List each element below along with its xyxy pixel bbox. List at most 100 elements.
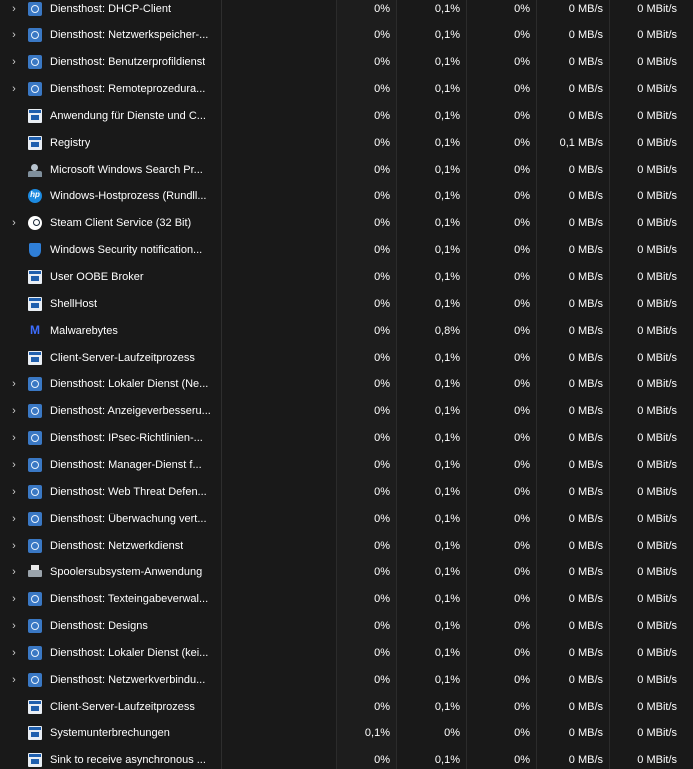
disk-cell: 0% bbox=[467, 666, 537, 694]
process-name-cell[interactable]: › Diensthost: Netzwerkspeicher-... bbox=[0, 21, 222, 49]
table-row[interactable]: Windows-Hostprozess (Rundll...0%0,1%0%0 … bbox=[0, 182, 693, 210]
process-name-cell[interactable]: User OOBE Broker bbox=[0, 263, 222, 291]
process-name-cell[interactable]: › Diensthost: IPsec-Richtlinien-... bbox=[0, 424, 222, 452]
chevron-right-icon[interactable]: › bbox=[0, 647, 28, 659]
process-name-cell[interactable]: Systemunterbrechungen bbox=[0, 719, 222, 747]
cpu-cell: 0% bbox=[337, 21, 397, 49]
cpu-cell: 0% bbox=[337, 451, 397, 479]
process-name-cell[interactable]: › Diensthost: Lokaler Dienst (Ne... bbox=[0, 370, 222, 398]
process-name-cell[interactable]: › Diensthost: Netzwerkdienst bbox=[0, 532, 222, 559]
process-name-cell[interactable]: › Diensthost: Überwachung vert... bbox=[0, 505, 222, 533]
table-row[interactable]: › Diensthost: Anzeigeverbesseru... 0% 0,1% 0… bbox=[0, 397, 693, 425]
table-row[interactable]: › Diensthost: Überwachung vert... 0% 0,1% 0%… bbox=[0, 505, 693, 533]
table-row[interactable]: › Diensthost: Netzwerkspeicher-... 0% 0,1% 0… bbox=[0, 21, 693, 49]
chevron-right-icon[interactable]: › bbox=[0, 540, 28, 552]
status-cell bbox=[222, 746, 337, 769]
process-name-cell[interactable]: Windows-Hostprozess (Rundll... bbox=[0, 182, 222, 210]
process-name-cell[interactable]: › Diensthost: Designs bbox=[0, 612, 222, 640]
table-row[interactable]: Sink to receive asynchronous ... 0% 0,1% 0%… bbox=[0, 746, 693, 769]
disk-speed-cell: 0 MB/s bbox=[537, 639, 610, 667]
chevron-right-icon[interactable]: › bbox=[0, 432, 28, 444]
process-name-cell[interactable]: Client-Server-Laufzeitprozess bbox=[0, 693, 222, 721]
table-row[interactable]: › Diensthost: Lokaler Dienst (kei... 0% 0,1… bbox=[0, 639, 693, 667]
disk-cell: 0% bbox=[467, 344, 537, 372]
chevron-right-icon[interactable]: › bbox=[0, 29, 28, 41]
disk-cell: 0% bbox=[467, 639, 537, 667]
table-row[interactable]: › Diensthost: Designs 0% 0,1% 0% 0 MB/s 0 MBit… bbox=[0, 612, 693, 640]
cpu-cell: 0% bbox=[337, 370, 397, 398]
disk-speed-cell: 0 MB/s bbox=[537, 21, 610, 49]
table-row[interactable]: › Diensthost: IPsec-Richtlinien-... 0% 0,1%… bbox=[0, 424, 693, 452]
disk-cell: 0% bbox=[467, 156, 537, 184]
process-name-cell[interactable]: › Diensthost: Anzeigeverbesseru... bbox=[0, 397, 222, 425]
chevron-right-icon[interactable]: › bbox=[0, 513, 28, 525]
status-cell bbox=[222, 666, 337, 694]
cpu-cell: 0% bbox=[337, 0, 397, 22]
chevron-right-icon[interactable]: › bbox=[0, 593, 28, 605]
table-row[interactable]: › Diensthost: Remoteprozedura... 0% 0,1% 0% 0… bbox=[0, 75, 693, 103]
disk-speed-cell: 0 MB/s bbox=[537, 263, 610, 291]
table-row[interactable]: Anwendung für Dienste und C... 0% 0,1% 0% 0 … bbox=[0, 102, 693, 130]
table-row[interactable]: › Diensthost: Lokaler Dienst (Ne... 0% 0,1%… bbox=[0, 370, 693, 398]
table-row[interactable]: › Diensthost: Netzwerkdienst 0% 0,1% 0% 0 MB/… bbox=[0, 532, 693, 559]
chevron-right-icon[interactable]: › bbox=[0, 566, 28, 578]
chevron-right-icon[interactable]: › bbox=[0, 3, 28, 15]
process-name-cell[interactable]: › Diensthost: Netzwerkverbindu... bbox=[0, 666, 222, 694]
memory-cell: 0,1% bbox=[397, 370, 467, 398]
table-row[interactable]: User OOBE Broker 0% 0,1% 0% 0 MB/s 0 MBit/s bbox=[0, 263, 693, 291]
chevron-right-icon[interactable]: › bbox=[0, 83, 28, 95]
process-name-cell[interactable]: › Diensthost: Texteingabeverwal... bbox=[0, 585, 222, 613]
chevron-right-icon[interactable]: › bbox=[0, 674, 28, 686]
process-name-cell[interactable]: › Spoolersubsystem-Anwendung bbox=[0, 558, 222, 586]
cpu-cell: 0% bbox=[337, 156, 397, 184]
disk-cell: 0% bbox=[467, 209, 537, 237]
process-name-cell[interactable]: Client-Server-Laufzeitprozess bbox=[0, 344, 222, 372]
table-row[interactable]: › Diensthost: Manager-Dienst f... 0% 0,1% 0%… bbox=[0, 451, 693, 479]
chevron-right-icon[interactable]: › bbox=[0, 378, 28, 390]
table-row[interactable]: Client-Server-Laufzeitprozess 0% 0,1% 0% 0 M… bbox=[0, 344, 693, 372]
process-name-cell[interactable]: Windows Security notification... bbox=[0, 236, 222, 264]
table-row[interactable]: › Steam Client Service (32 Bit) 0% 0,1% 0% 0 … bbox=[0, 209, 693, 237]
chevron-right-icon[interactable]: › bbox=[0, 405, 28, 417]
process-name-cell[interactable]: Anwendung für Dienste und C... bbox=[0, 102, 222, 130]
process-name-cell[interactable]: Malwarebytes bbox=[0, 317, 222, 345]
process-name-cell[interactable]: › Diensthost: Web Threat Defen... bbox=[0, 478, 222, 506]
process-name-cell[interactable]: Sink to receive asynchronous ... bbox=[0, 746, 222, 769]
table-row[interactable]: › Spoolersubsystem-Anwendung 0% 0,1% 0% 0 MB/… bbox=[0, 558, 693, 586]
process-name: Systemunterbrechungen bbox=[50, 727, 170, 740]
table-row[interactable]: Microsoft Windows Search Pr... 0% 0,1% 0% 0 … bbox=[0, 156, 693, 184]
chevron-right-icon[interactable]: › bbox=[0, 620, 28, 632]
table-row[interactable]: Windows Security notification... 0% 0,1% 0%… bbox=[0, 236, 693, 264]
table-row[interactable]: ShellHost 0% 0,1% 0% 0 MB/s 0 MBit/s bbox=[0, 290, 693, 318]
chevron-right-icon[interactable]: › bbox=[0, 459, 28, 471]
process-name-cell[interactable]: Microsoft Windows Search Pr... bbox=[0, 156, 222, 184]
process-name-cell[interactable]: › Diensthost: DHCP-Client bbox=[0, 0, 222, 22]
disk-speed-cell: 0 MB/s bbox=[537, 182, 610, 210]
table-row[interactable]: › Diensthost: Web Threat Defen... 0% 0,1% 0%… bbox=[0, 478, 693, 506]
process-name-cell[interactable]: › Diensthost: Benutzerprofildienst bbox=[0, 48, 222, 76]
chevron-right-icon[interactable]: › bbox=[0, 486, 28, 498]
chevron-right-icon[interactable]: › bbox=[0, 217, 28, 229]
chevron-right-icon[interactable]: › bbox=[0, 56, 28, 68]
process-name-cell[interactable]: › Diensthost: Remoteprozedura... bbox=[0, 75, 222, 103]
process-name-cell[interactable]: › Steam Client Service (32 Bit) bbox=[0, 209, 222, 237]
process-name-cell[interactable]: Registry bbox=[0, 129, 222, 157]
process-name-cell[interactable]: › Diensthost: Manager-Dienst f... bbox=[0, 451, 222, 479]
disk-speed-cell: 0 MB/s bbox=[537, 585, 610, 613]
process-name-cell[interactable]: ShellHost bbox=[0, 290, 222, 318]
table-row[interactable]: Client-Server-Laufzeitprozess 0% 0,1% 0% 0 M… bbox=[0, 693, 693, 721]
process-name-cell[interactable]: › Diensthost: Lokaler Dienst (kei... bbox=[0, 639, 222, 667]
table-row[interactable]: › Diensthost: DHCP-Client 0% 0,1% 0% 0 MB/s 0 … bbox=[0, 0, 693, 22]
memory-cell: 0,1% bbox=[397, 102, 467, 130]
gear-icon bbox=[28, 457, 42, 472]
table-row[interactable]: Systemunterbrechungen 0,1% 0% 0% 0 MB/s 0 MBi… bbox=[0, 719, 693, 747]
table-row[interactable]: Malwarebytes0%0,8%0%0 MB/s0 MBit/s bbox=[0, 317, 693, 345]
cpu-cell: 0% bbox=[337, 424, 397, 452]
table-row[interactable]: › Diensthost: Texteingabeverwal... 0% 0,1% 0… bbox=[0, 585, 693, 613]
table-row[interactable]: › Diensthost: Benutzerprofildienst 0% 0,1% 0… bbox=[0, 48, 693, 76]
table-row[interactable]: Registry 0% 0,1% 0% 0,1 MB/s 0 MBit/s bbox=[0, 129, 693, 157]
table-row[interactable]: › Diensthost: Netzwerkverbindu... 0% 0,1% 0%… bbox=[0, 666, 693, 694]
window-icon bbox=[28, 753, 42, 768]
network-cell: 0 MBit/s bbox=[637, 244, 677, 257]
disk-speed-cell: 0 MB/s bbox=[537, 48, 610, 76]
